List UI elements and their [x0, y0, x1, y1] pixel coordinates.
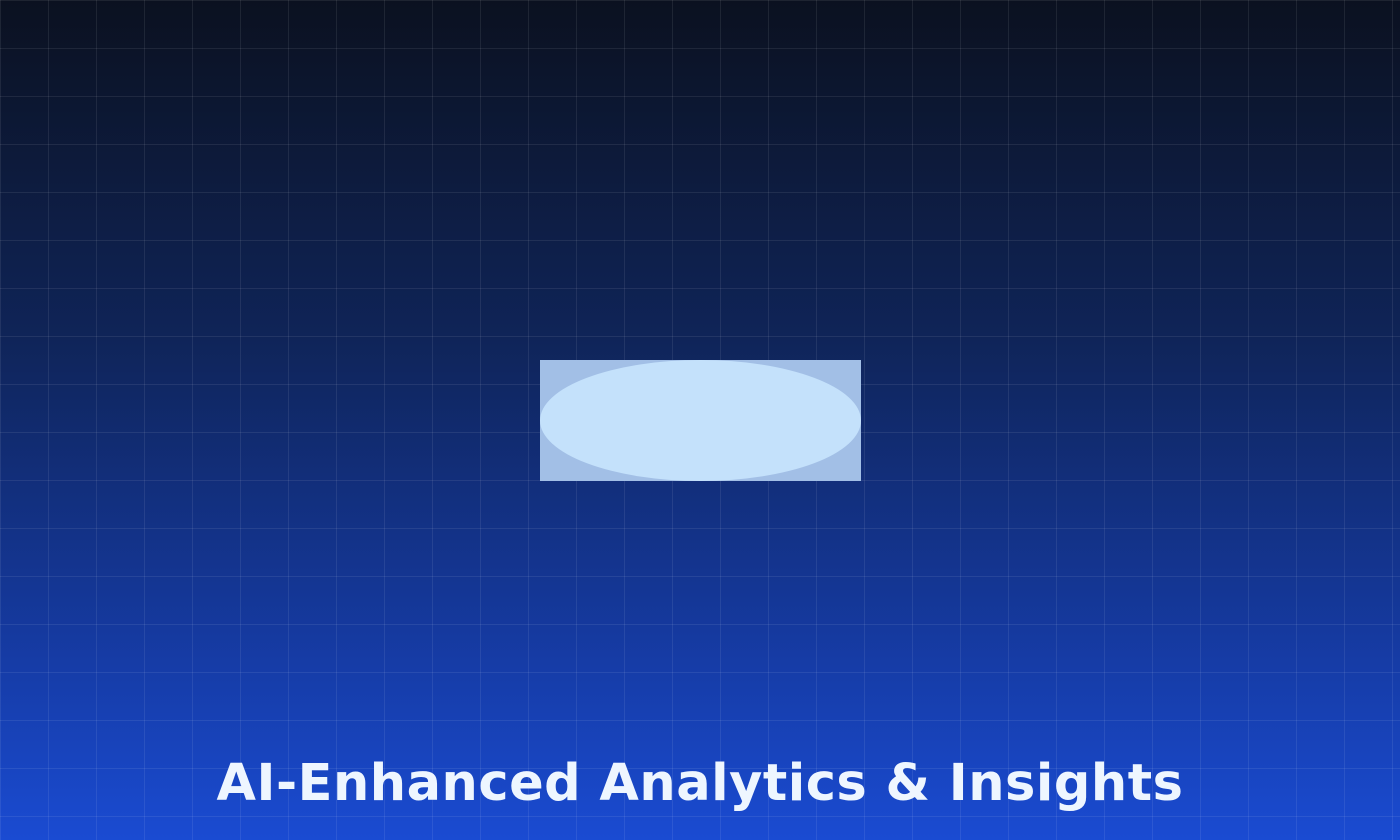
page-title: AI-Enhanced Analytics & Insights — [216, 754, 1184, 813]
hero-image-placeholder — [540, 360, 861, 481]
hero-ellipse-shape — [540, 360, 861, 481]
